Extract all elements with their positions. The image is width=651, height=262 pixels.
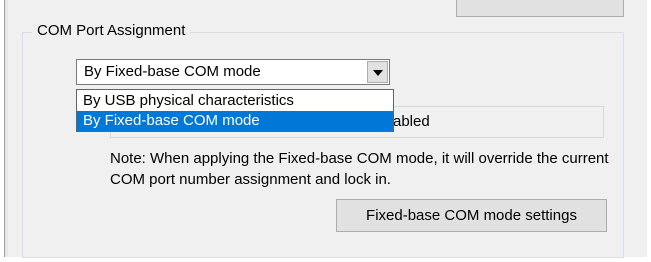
group-title: COM Port Assignment bbox=[32, 22, 191, 40]
combo-selected-value: By Fixed-base COM mode bbox=[84, 63, 261, 80]
combo-dropdown-list[interactable]: By USB physical characteristics By Fixed… bbox=[76, 89, 394, 132]
com-mode-combobox[interactable]: By Fixed-base COM mode bbox=[76, 59, 390, 85]
status-text: abled bbox=[393, 113, 430, 130]
fixed-base-settings-button[interactable]: Fixed-base COM mode settings bbox=[336, 199, 607, 232]
dropdown-option-fixed-base[interactable]: By Fixed-base COM mode bbox=[77, 111, 393, 131]
chevron-down-icon bbox=[373, 70, 383, 76]
partial-button[interactable] bbox=[456, 0, 624, 17]
window-left-border bbox=[0, 0, 8, 262]
dropdown-option-usb-physical[interactable]: By USB physical characteristics bbox=[77, 91, 393, 111]
combo-dropdown-button[interactable] bbox=[367, 61, 388, 83]
window-right-border bbox=[647, 0, 651, 262]
note-text: Note: When applying the Fixed-base COM m… bbox=[110, 150, 609, 188]
